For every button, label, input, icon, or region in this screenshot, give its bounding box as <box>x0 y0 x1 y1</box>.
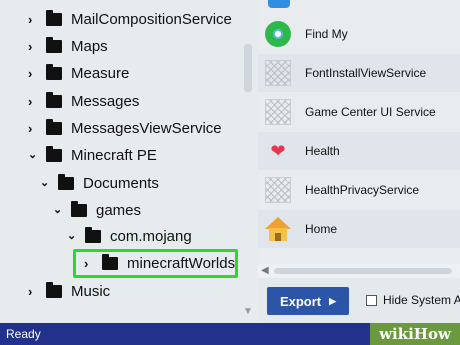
status-text: Ready <box>6 327 41 341</box>
app-row-game-center-ui-service[interactable]: Game Center UI Service <box>258 93 460 131</box>
app-icon-partial <box>268 0 290 8</box>
hide-system-apps-checkbox[interactable] <box>366 295 377 306</box>
tree-scrollbar[interactable]: ▼ <box>240 0 256 323</box>
watermark-text: wikiHow <box>379 325 451 343</box>
status-bar: Ready wikiHow <box>0 323 460 345</box>
tree-item-games[interactable]: ⌄ games <box>53 197 141 224</box>
home-icon <box>265 216 291 242</box>
folder-icon <box>46 37 62 53</box>
folder-icon <box>46 119 62 135</box>
tree-item-documents[interactable]: ⌄ Documents <box>40 170 159 197</box>
folder-icon <box>46 64 62 80</box>
chevron-down-icon[interactable]: ⌄ <box>53 205 62 216</box>
tree-item-label: games <box>96 202 142 219</box>
chevron-right-icon[interactable]: › <box>28 122 36 135</box>
export-button-label: Export <box>279 293 322 309</box>
folder-icon <box>58 174 74 190</box>
tree-item-label: Minecraft PE <box>71 147 157 164</box>
hide-system-apps-label: Hide System A <box>383 293 460 307</box>
app-row-healthprivacyservice[interactable]: HealthPrivacyService <box>258 171 460 209</box>
chevron-down-icon[interactable]: ⌄ <box>40 178 49 189</box>
placeholder-app-icon <box>265 99 291 125</box>
heart-icon: ❤ <box>270 141 286 161</box>
tree-item-label: Documents <box>83 175 159 192</box>
tree-item-label: Maps <box>71 38 108 55</box>
folder-icon <box>46 282 62 298</box>
app-row-fontinstallviewservice[interactable]: FontInstallViewService <box>258 54 460 92</box>
tree-item-label: MailCompositionService <box>71 11 232 28</box>
app-label: Health <box>305 144 340 158</box>
folder-icon <box>46 92 62 108</box>
tree-item-label: Messages <box>71 93 140 110</box>
app-label: FontInstallViewService <box>305 66 427 80</box>
tree-item-label: Music <box>71 283 111 300</box>
chevron-right-icon[interactable]: › <box>28 13 36 26</box>
tree-item-label: Measure <box>71 65 130 82</box>
folder-tree-pane: › MailCompositionService › Maps › Measur… <box>0 0 258 323</box>
tree-item-maps[interactable]: › Maps <box>28 33 108 60</box>
folder-icon <box>71 201 87 217</box>
app-label: Game Center UI Service <box>305 105 436 119</box>
tree-item-mailcompositionservice[interactable]: › MailCompositionService <box>28 6 232 33</box>
bottom-controls: Export ▶ Hide System A <box>258 278 460 323</box>
tree-item-com-mojang[interactable]: ⌄ com.mojang <box>67 223 192 250</box>
app-list-horizontal-scrollbar[interactable]: ◀ <box>258 264 460 278</box>
placeholder-app-icon <box>265 177 291 203</box>
tree-item-messagesviewservice[interactable]: › MessagesViewService <box>28 115 222 142</box>
folder-icon <box>46 146 62 162</box>
chevron-down-icon[interactable]: ⌄ <box>67 231 76 242</box>
find-my-icon <box>265 21 291 47</box>
folder-icon <box>46 10 62 26</box>
chevron-right-icon[interactable]: › <box>28 40 36 53</box>
scroll-down-arrow-icon[interactable]: ▼ <box>242 306 254 318</box>
scrollbar-thumb[interactable] <box>274 268 452 274</box>
app-label: Find My <box>305 27 348 41</box>
app-label: Home <box>305 222 338 236</box>
chevron-right-icon[interactable]: › <box>28 285 36 298</box>
tree-item-label: com.mojang <box>110 228 192 245</box>
caret-right-icon: ▶ <box>329 295 337 306</box>
tree-item-minecraft-pe[interactable]: ⌄ Minecraft PE <box>28 142 157 169</box>
watermark: wikiHow <box>370 323 460 345</box>
app-row-find-my[interactable]: Find My <box>258 15 460 53</box>
app-label: HealthPrivacyService <box>305 183 420 197</box>
app-row-health[interactable]: ❤ Health <box>258 132 460 170</box>
folder-icon <box>85 227 101 243</box>
scroll-left-arrow-icon[interactable]: ◀ <box>261 265 269 276</box>
chevron-right-icon[interactable]: › <box>28 67 36 80</box>
tree-item-music[interactable]: › Music <box>28 278 110 305</box>
app-row-home[interactable]: Home <box>258 210 460 248</box>
tree-item-measure[interactable]: › Measure <box>28 60 129 87</box>
selection-highlight <box>73 249 238 278</box>
chevron-right-icon[interactable]: › <box>28 95 36 108</box>
tree-item-label: MessagesViewService <box>71 120 222 137</box>
export-button[interactable]: Export ▶ <box>267 287 349 315</box>
tree-item-messages[interactable]: › Messages <box>28 88 139 115</box>
placeholder-app-icon <box>265 60 291 86</box>
chevron-down-icon[interactable]: ⌄ <box>28 150 37 161</box>
scrollbar-thumb[interactable] <box>244 44 252 92</box>
